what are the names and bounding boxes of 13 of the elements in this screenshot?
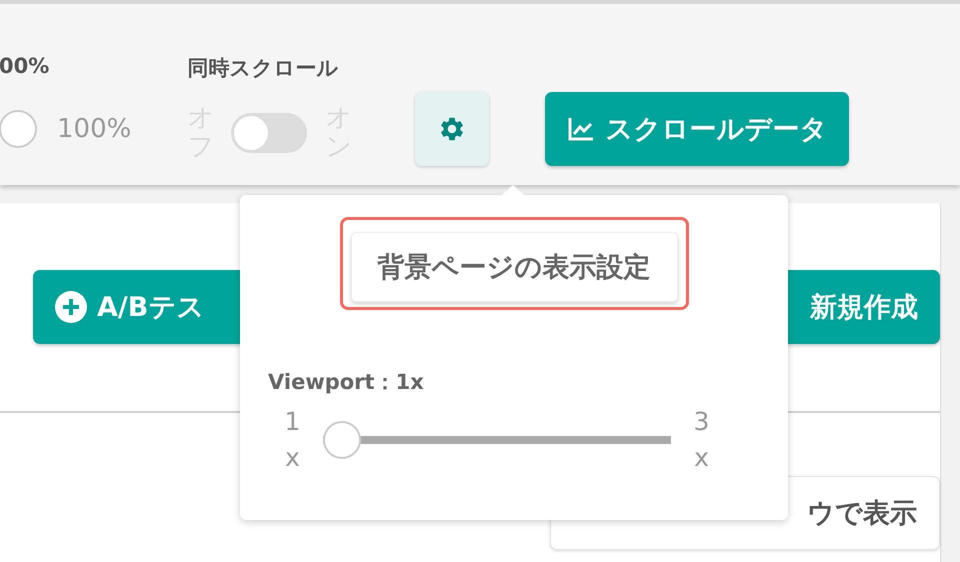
slider-min-label: 1 x <box>284 406 302 474</box>
line-chart-icon <box>567 116 596 142</box>
scroll-data-button[interactable]: スクロールデータ <box>545 92 850 166</box>
zoom-reading: 100% <box>57 114 132 144</box>
zoom-heading: 00% <box>0 54 50 78</box>
viewport-label: Viewport：1x <box>268 369 425 396</box>
sync-scroll-heading: 同時スクロール <box>187 55 340 82</box>
plus-circle-icon <box>55 291 87 323</box>
zoom-slider-thumb[interactable] <box>0 110 37 148</box>
background-page-settings-button[interactable]: 背景ページの表示設定 <box>350 232 678 302</box>
slider-max-label: 3 x <box>692 406 710 474</box>
slider-thumb[interactable] <box>323 421 361 460</box>
settings-button[interactable] <box>415 92 490 166</box>
